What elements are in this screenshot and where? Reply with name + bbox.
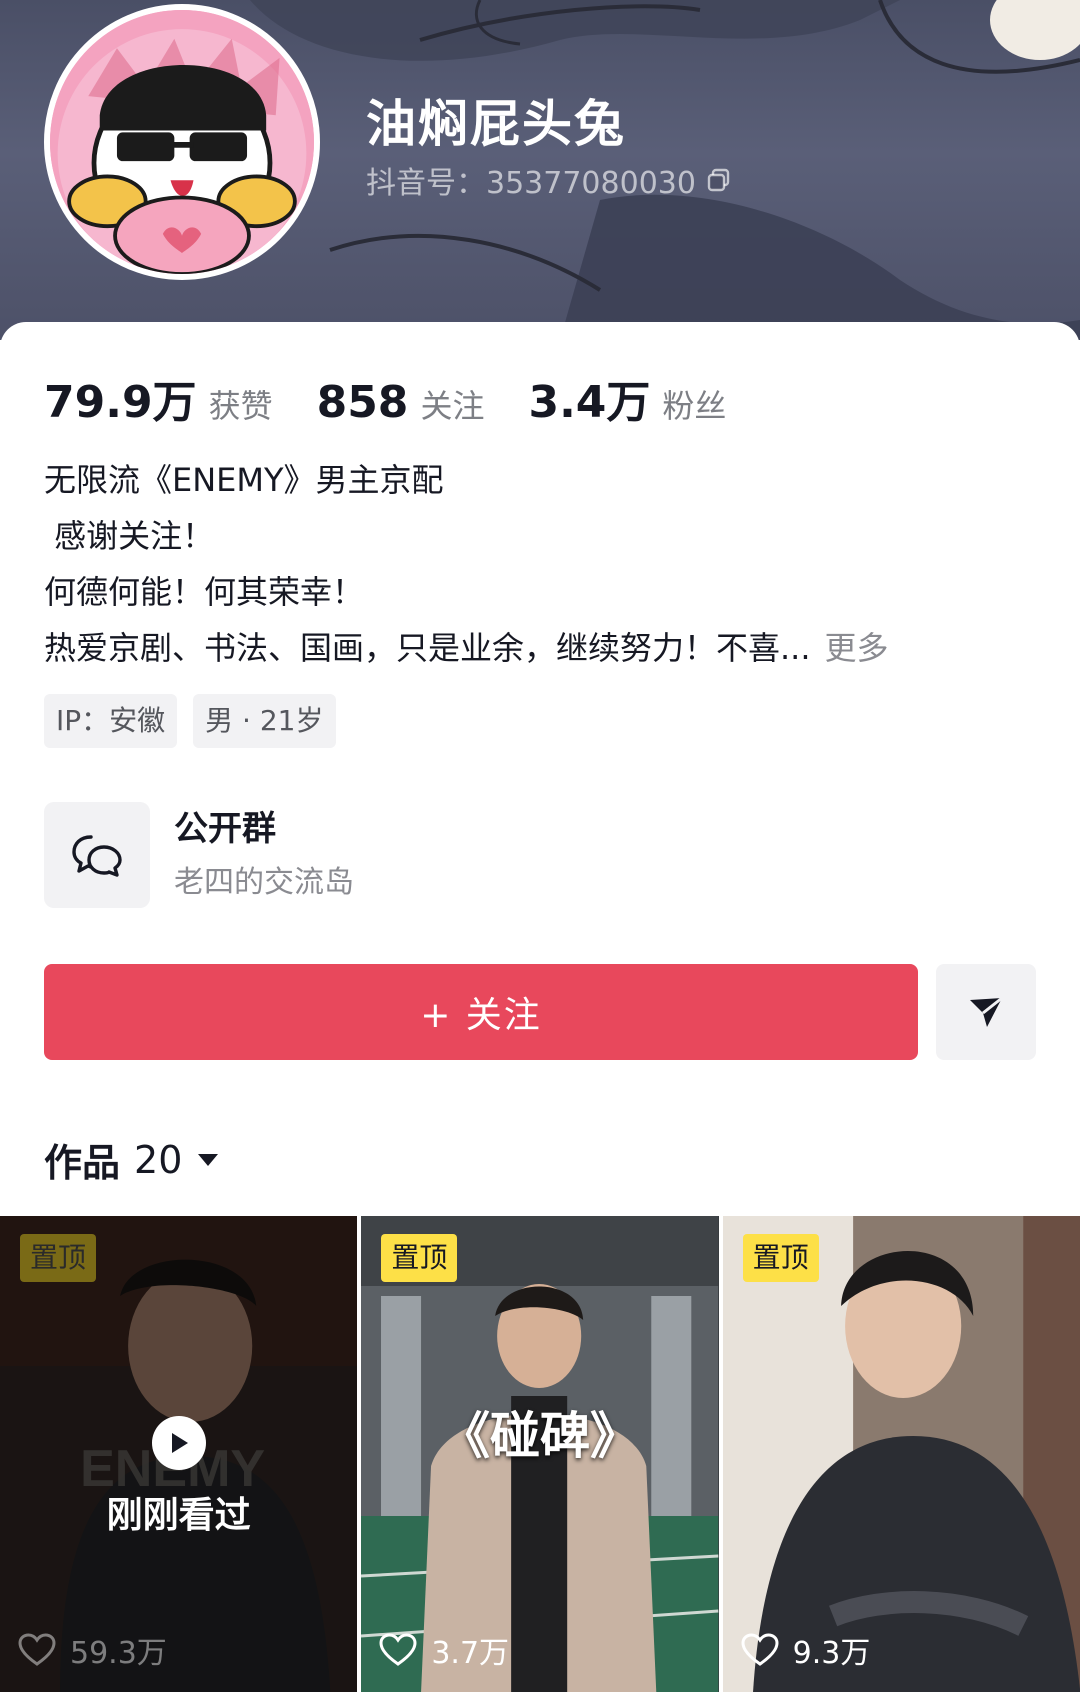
stat-value: 858 [316, 377, 409, 428]
group-title: 公开群 [174, 809, 276, 849]
send-icon [970, 996, 1003, 1027]
play-icon[interactable] [152, 1416, 206, 1470]
video-thumbnail [722, 1216, 1080, 1692]
bio[interactable]: 无限流《ENEMY》男主京配 感谢关注！ 何德何能！何其荣幸！ 热爱京剧、书法、… [44, 452, 1044, 676]
stat-likes[interactable]: 79.9万 获赞 [44, 366, 273, 430]
profile-nickname: 油焖屁头兔 [366, 95, 626, 153]
avatar[interactable] [44, 4, 320, 280]
heart-icon [18, 1633, 56, 1666]
video-likes-count: 3.7万 [431, 1636, 510, 1671]
profile-tags: IP：安徽 男 · 21岁 [44, 694, 336, 748]
bio-more-link[interactable]: 更多 [825, 629, 889, 667]
video-grid: ENEMY 置顶 刚刚看过 59.3万 置顶 [0, 1216, 1080, 1692]
tag-ip-location: IP：安徽 [44, 694, 178, 748]
douyin-id-row[interactable]: 抖音号：35377080030 [366, 158, 732, 202]
public-group-entry[interactable]: 公开群 老四的交流岛 [44, 802, 354, 908]
stat-label: 粉丝 [662, 387, 727, 425]
group-subtitle: 老四的交流岛 [174, 865, 354, 900]
bio-line-last: 热爱京剧、书法、国画，只是业余，继续努力！不喜... 更多 [44, 620, 1044, 676]
pinned-badge: 置顶 [742, 1234, 819, 1282]
chat-bubbles-icon [72, 835, 122, 877]
profile-header: 油焖屁头兔 抖音号：35377080030 [0, 0, 1080, 340]
tag-gender-age: 男 · 21岁 [193, 694, 336, 748]
stat-value: 79.9万 [44, 377, 197, 428]
works-label: 作品 [44, 1141, 121, 1185]
works-count: 20 [134, 1137, 183, 1182]
video-tile[interactable]: 置顶 9.3万 [722, 1216, 1080, 1692]
stat-value: 3.4万 [528, 377, 651, 428]
heart-icon [741, 1633, 779, 1666]
douyin-id-text: 抖音号：35377080030 [366, 166, 696, 201]
group-icon-box [44, 802, 150, 908]
video-title-overlay: 《碰碑》 [439, 1406, 640, 1465]
bio-line: 无限流《ENEMY》男主京配 [44, 461, 444, 499]
bio-line: 感谢关注！ [44, 517, 215, 555]
bio-line-text: 热爱京剧、书法、国画，只是业余，继续努力！不喜... [44, 629, 811, 667]
video-tile[interactable]: 置顶 《碰碑》 3.7万 [361, 1216, 719, 1692]
recently-watched-label: 刚刚看过 [106, 1495, 251, 1536]
works-tab[interactable]: 作品 20 [44, 1132, 220, 1187]
copy-icon[interactable] [706, 167, 732, 193]
caret-down-icon [198, 1153, 219, 1166]
stat-label: 关注 [420, 387, 485, 425]
video-tile[interactable]: ENEMY 置顶 刚刚看过 59.3万 [0, 1216, 358, 1692]
stat-following[interactable]: 858 关注 [317, 377, 485, 428]
share-button[interactable] [936, 964, 1036, 1060]
follow-button[interactable]: + 关注 [44, 964, 918, 1060]
bio-line: 何德何能！何其荣幸！ [44, 573, 365, 611]
stats-row: 79.9万 获赞 858 关注 3.4万 粉丝 [44, 366, 770, 430]
pinned-badge: 置顶 [381, 1234, 458, 1282]
video-likes-count: 59.3万 [70, 1636, 167, 1671]
heart-icon [379, 1633, 417, 1666]
video-likes: 59.3万 [18, 1628, 167, 1672]
stat-label: 获赞 [208, 387, 273, 425]
video-likes-count: 9.3万 [792, 1636, 871, 1671]
pinned-badge: 置顶 [20, 1234, 97, 1282]
video-likes: 9.3万 [741, 1628, 871, 1672]
stat-followers[interactable]: 3.4万 粉丝 [528, 366, 726, 430]
video-likes: 3.7万 [379, 1628, 509, 1672]
